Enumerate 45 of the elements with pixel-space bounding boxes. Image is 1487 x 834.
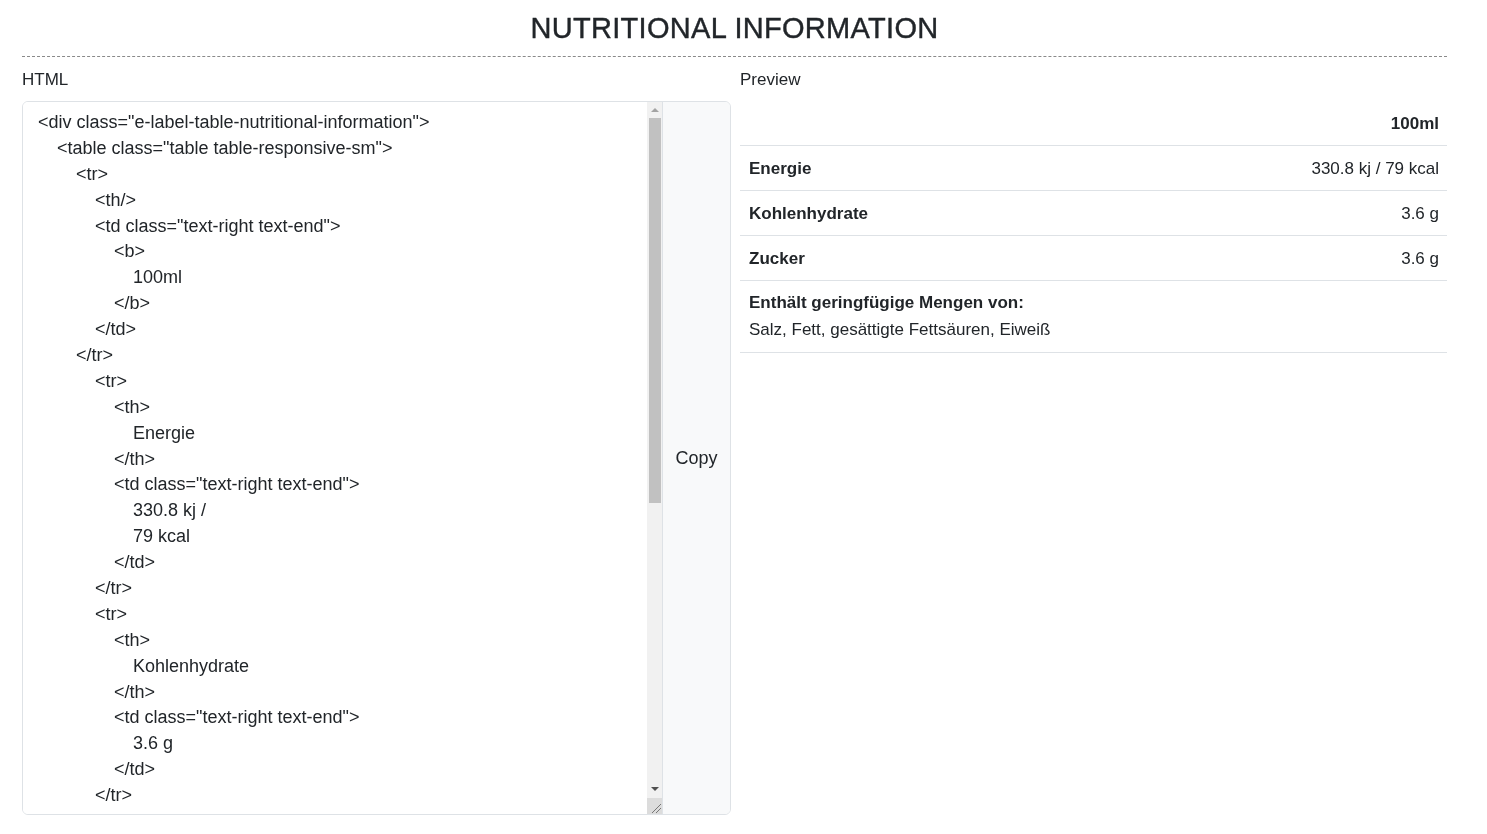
scroll-up-icon[interactable] [650,108,659,112]
column-header: 100ml [1390,113,1439,135]
scrollbar[interactable] [647,102,662,814]
code-line: <td class="text-right text-end"> [114,707,360,728]
code-line: <b> [114,241,146,262]
code-line: <tr> [95,370,128,391]
panel-label: Preview [740,69,801,91]
scroll-down-icon[interactable] [650,787,659,791]
nutrient-name: Zucker [749,248,805,270]
resize-grip-icon[interactable] [651,803,661,813]
code-line: </th> [114,448,156,469]
scrollbar-thumb[interactable] [648,118,661,503]
trace-heading: Enthält geringfügige Mengen von: [749,292,1024,314]
copy-button[interactable]: Copy [662,102,730,814]
code-line: <td class="text-right text-end"> [114,474,360,495]
code-line: <th/> [95,189,137,210]
code-line: </b> [114,293,151,314]
code-line: 330.8 kj / [133,500,207,521]
code-line: <th> [114,396,151,417]
code-line: </tr> [95,785,133,806]
trace-list: Salz, Fett, gesättigte Fettsäuren, Eiweiß [749,316,1051,343]
code-line: </th> [114,681,156,702]
code-line: <tr> [95,603,128,624]
code-line: </tr> [95,578,133,599]
page-title: NUTRITIONAL INFORMATION [22,0,1447,57]
nutrient-value: 330.8 kj / 79 kcal [1311,158,1439,180]
code-line: </td> [114,552,156,573]
code-line: <th> [114,629,151,650]
code-line: </td> [95,319,137,340]
code-line: </tr> [76,345,114,365]
code-line: </td> [114,759,156,780]
nutrient-name: Kohlenhydrate [749,203,869,225]
panel-label: HTML [22,69,69,91]
nutrient-name: Energie [749,158,812,180]
nutrient-value: 3.6 g [1401,248,1439,270]
code-line: 3.6 g [133,733,174,754]
code-line: 79 kcal [133,526,191,547]
code-line: <div class="e-label-table-nutritional-information"> [38,112,430,132]
code-line: <td class="text-right text-end"> [95,215,341,236]
code-line: <table class="table table-responsive-sm"> [57,137,393,158]
code-line: Energie [133,422,196,443]
nutrient-value: 3.6 g [1401,203,1439,225]
code-line: <tr> [76,163,109,184]
code-line: 100ml [133,267,183,288]
code-line: Kohlenhydrate [133,655,250,676]
